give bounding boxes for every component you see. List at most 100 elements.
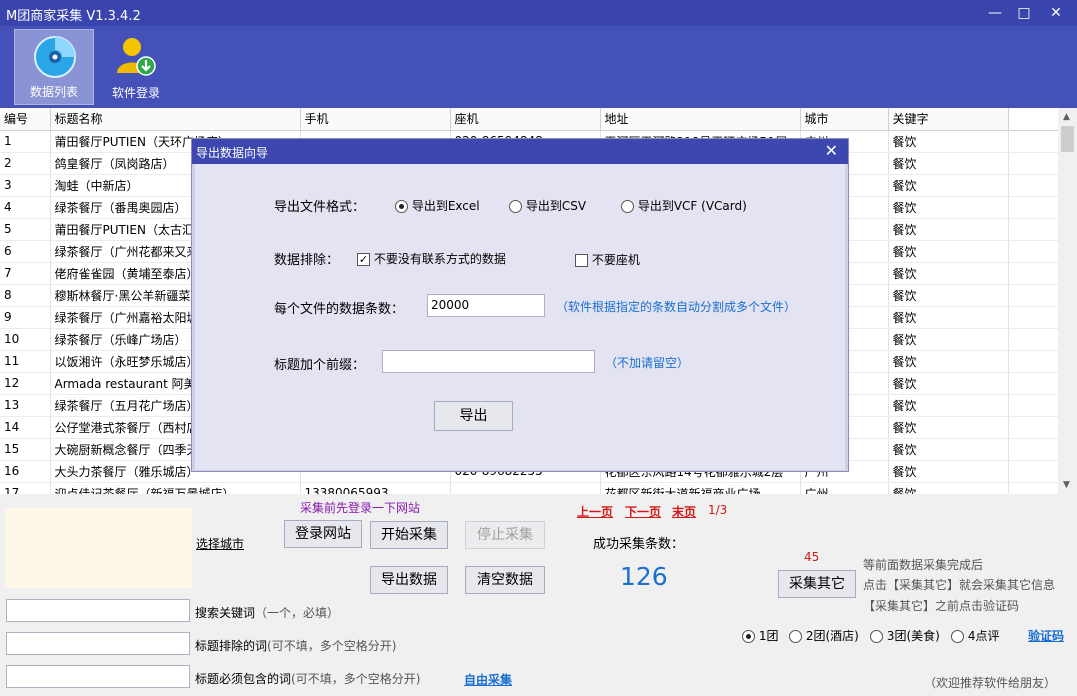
col-header-filler [1008, 108, 1058, 131]
per-file-input[interactable]: 20000 [427, 294, 545, 317]
type-4-label: 4点评 [967, 629, 1000, 643]
cell-id: 1 [0, 130, 51, 153]
export-data-button[interactable]: 导出数据 [370, 566, 448, 594]
scroll-up-icon[interactable]: ▲ [1063, 112, 1070, 122]
cell-keyword: 餐饮 [888, 416, 1009, 439]
dialog-close-icon[interactable]: ✕ [825, 141, 838, 160]
cell-keyword: 餐饮 [888, 306, 1009, 329]
data-list-label: 数据列表 [29, 85, 78, 99]
login-hint: 采集前先登录一下网站 [300, 501, 421, 515]
prev-page-link[interactable]: 上一页 [577, 503, 613, 520]
next-page-link[interactable]: 下一页 [625, 503, 661, 520]
cell-keyword: 餐饮 [888, 460, 1009, 483]
type-4-option[interactable]: 4点评 [951, 627, 999, 644]
select-city-link[interactable]: 选择城市 [196, 535, 244, 552]
last-page-link[interactable]: 末页 [672, 503, 696, 520]
type-2-option[interactable]: 2团(酒店) [789, 627, 859, 644]
checkbox-icon [575, 254, 588, 267]
type-1-option[interactable]: 1团 [742, 627, 778, 644]
cell-filler [1008, 130, 1058, 153]
cell-keyword: 餐饮 [888, 394, 1009, 417]
toolbar: 数据列表 软件登录 [0, 26, 1077, 108]
collect-other-button[interactable]: 采集其它 [778, 570, 856, 598]
col-header-landline[interactable]: 座机 [450, 108, 601, 131]
data-list-button[interactable]: 数据列表 [14, 29, 94, 105]
exclude-words-label-text: 标题排除的词 [195, 639, 268, 653]
prefix-label: 标题加个前缀： [274, 358, 366, 373]
exclude-words-label: 标题排除的词(可不填，多个空格分开) [195, 637, 396, 654]
cell-id: 7 [0, 262, 51, 285]
clear-data-button[interactable]: 清空数据 [465, 566, 545, 594]
cell-landline [450, 482, 601, 494]
format-excel-label: 导出到Excel [411, 199, 480, 213]
cell-keyword: 餐饮 [888, 262, 1009, 285]
cell-filler [1008, 196, 1058, 219]
dialog-body: 导出文件格式： 导出到Excel 导出到CSV 导出到VCF (VCard) 数… [195, 164, 845, 470]
other-note-2: 点击【采集其它】就会采集其它信息 [863, 578, 1056, 592]
exclude-no-contact-label: 不要没有联系方式的数据 [373, 252, 506, 266]
cell-filler [1008, 482, 1058, 494]
keyword-input[interactable] [6, 599, 190, 622]
type-3-label: 3团(美食) [886, 629, 940, 643]
type-3-option[interactable]: 3团(美食) [870, 627, 940, 644]
cell-id: 15 [0, 438, 51, 461]
close-window-button[interactable]: ✕ [1042, 3, 1070, 23]
format-excel-option[interactable]: 导出到Excel [395, 197, 480, 214]
free-collect-link[interactable]: 自由采集 [464, 671, 512, 688]
success-count: 126 [620, 562, 668, 591]
login-site-button[interactable]: 登录网站 [284, 520, 362, 548]
format-csv-option[interactable]: 导出到CSV [509, 197, 586, 214]
cell-id: 6 [0, 240, 51, 263]
exclude-no-landline-label: 不要座机 [591, 253, 640, 267]
scroll-thumb[interactable] [1061, 126, 1074, 152]
grid-header-row: 编号 标题名称 手机 座机 地址 城市 关键字 [0, 108, 1058, 131]
per-file-hint: （软件根据指定的条数自动分割成多个文件） [556, 300, 797, 314]
cell-filler [1008, 372, 1058, 395]
col-header-city[interactable]: 城市 [800, 108, 889, 131]
format-label: 导出文件格式： [274, 200, 366, 215]
software-login-button[interactable]: 软件登录 [96, 29, 176, 105]
captcha-link[interactable]: 验证码 [1028, 627, 1064, 644]
include-words-label-text: 标题必须包含的词 [195, 672, 292, 686]
dialog-title-bar: 导出数据向导 ✕ [192, 139, 848, 164]
radio-icon [621, 200, 634, 213]
prefix-input[interactable] [382, 350, 595, 373]
software-login-label: 软件登录 [111, 86, 160, 100]
grid-scrollbar[interactable]: ▲ ▼ [1058, 108, 1077, 494]
col-header-mobile[interactable]: 手机 [300, 108, 451, 131]
col-header-id[interactable]: 编号 [0, 108, 51, 131]
cell-id: 14 [0, 416, 51, 439]
cell-filler [1008, 394, 1058, 417]
exclude-words-input[interactable] [6, 632, 190, 655]
format-vcf-option[interactable]: 导出到VCF (VCard) [621, 197, 747, 214]
exclude-no-contact-checkbox[interactable]: ✓ 不要没有联系方式的数据 [357, 250, 506, 267]
cell-filler [1008, 174, 1058, 197]
exclude-no-landline-checkbox[interactable]: 不要座机 [575, 251, 640, 268]
scroll-down-icon[interactable]: ▼ [1063, 480, 1070, 490]
cell-title: 迎点佳记茶餐厅（新福万景城店） [50, 482, 301, 494]
col-header-keyword[interactable]: 关键字 [888, 108, 1009, 131]
city-preview-box [5, 508, 192, 588]
cell-id: 11 [0, 350, 51, 373]
cell-filler [1008, 350, 1058, 373]
cell-filler [1008, 262, 1058, 285]
col-header-title[interactable]: 标题名称 [50, 108, 301, 131]
other-note-3: 【采集其它】之前点击验证码 [863, 599, 1020, 613]
cell-filler [1008, 416, 1058, 439]
minimize-button[interactable]: — [981, 3, 1009, 23]
start-collect-button[interactable]: 开始采集 [370, 521, 448, 549]
cell-keyword: 餐饮 [888, 284, 1009, 307]
cell-filler [1008, 240, 1058, 263]
title-bar: M团商家采集 V1.3.4.2 — □ ✕ [0, 0, 1077, 26]
maximize-button[interactable]: □ [1010, 3, 1038, 23]
dialog-title: 导出数据向导 [196, 146, 269, 160]
include-words-input[interactable] [6, 665, 190, 688]
export-button[interactable]: 导出 [434, 401, 513, 431]
table-row[interactable]: 17 迎点佳记茶餐厅（新福万景城店） 13380065993 花都区新街大道新福商业广… [0, 482, 1058, 494]
cell-keyword: 餐饮 [888, 196, 1009, 219]
col-header-address[interactable]: 地址 [600, 108, 801, 131]
stop-collect-button[interactable]: 停止采集 [465, 521, 545, 549]
cell-filler [1008, 218, 1058, 241]
cell-keyword: 餐饮 [888, 328, 1009, 351]
format-vcf-label: 导出到VCF (VCard) [637, 199, 747, 213]
